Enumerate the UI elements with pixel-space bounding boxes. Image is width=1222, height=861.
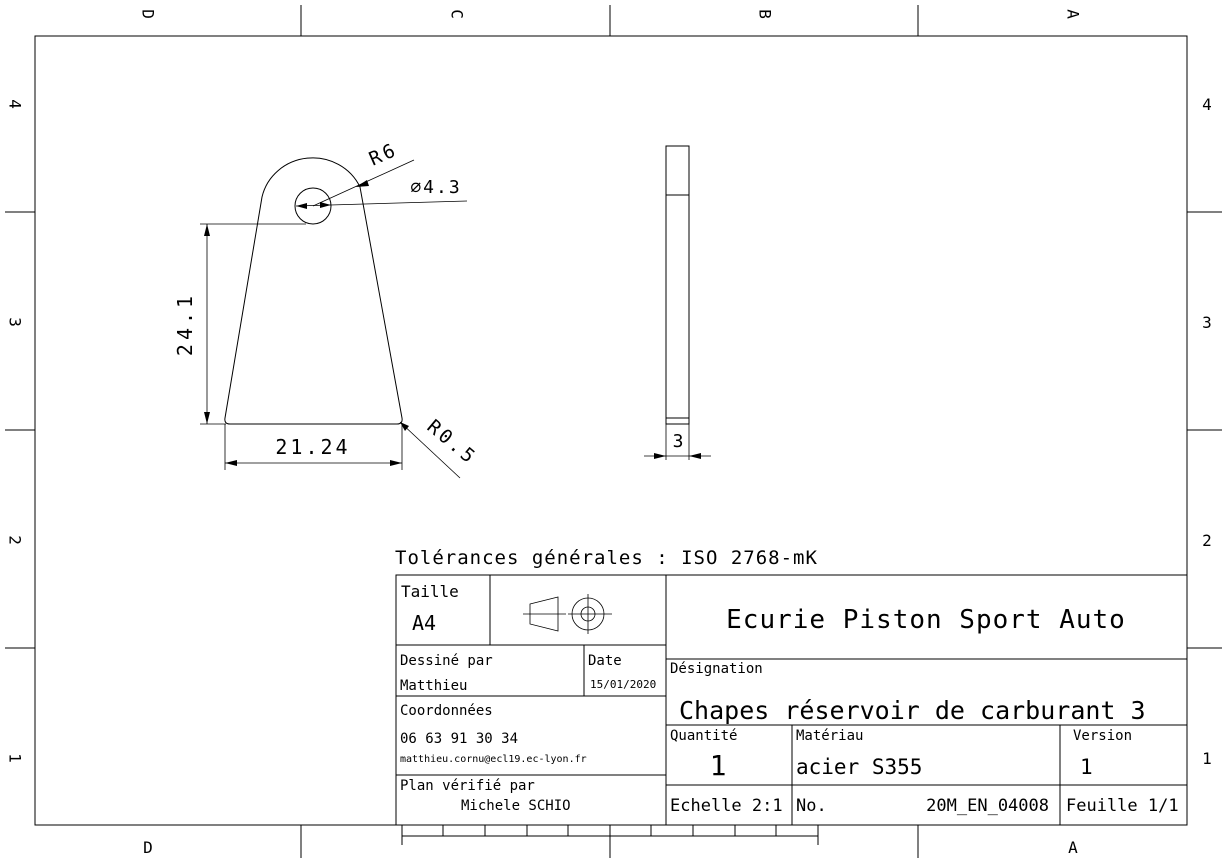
version-value: 1 (1080, 755, 1093, 779)
front-view: 24.1 21.24 R0.5 R6 ∅4.3 (173, 139, 481, 479)
dim-corner-radius-label: R0.5 (423, 415, 481, 469)
zone-row-right-3: 2 (1202, 531, 1212, 550)
date-label: Date (588, 653, 622, 669)
contact-phone: 06 63 91 30 34 (400, 731, 518, 747)
dim-hole-diameter-label: ∅4.3 (410, 177, 461, 198)
zone-row-left-4: 1 (6, 753, 25, 763)
zone-col-top-2: C (448, 9, 467, 19)
zone-row-left-2: 3 (6, 317, 25, 327)
zone-row-left-1: 4 (6, 99, 25, 109)
number-value: 20M_EN_04008 (926, 796, 1049, 816)
title-block: Taille A4 Ecurie Piston Sport Auto Dessi… (395, 574, 1188, 826)
zone-col-top-4: A (1064, 9, 1083, 19)
material-label: Matériau (796, 728, 863, 744)
checked-by-label: Plan vérifié par (400, 778, 535, 794)
zone-col-bottom-4: A (1068, 838, 1078, 857)
general-tolerances: Tolérances générales : ISO 2768-mK (395, 547, 818, 569)
side-view: 3 (644, 145, 711, 460)
sheet-label: Feuille 1/1 (1066, 796, 1179, 816)
version-label: Version (1073, 728, 1132, 744)
checked-by-value: Michele SCHIO (461, 798, 571, 814)
dim-base-width-label: 21.24 (275, 435, 350, 459)
part-outline (224, 157, 403, 425)
zone-row-left-3: 2 (6, 535, 25, 545)
contact-email: matthieu.cornu@ecl19.ec-lyon.fr (400, 754, 587, 765)
left-zone-ticks (5, 211, 35, 649)
zone-col-top-1: D (139, 9, 158, 19)
company-name: Ecurie Piston Sport Auto (726, 605, 1126, 635)
dim-height-label: 24.1 (173, 292, 197, 356)
designation-label: Désignation (670, 661, 763, 677)
scale-label: Echelle 2:1 (670, 796, 783, 816)
dim-thickness-label: 3 (673, 431, 684, 452)
date-value: 15/01/2020 (590, 678, 656, 691)
size-value: A4 (412, 611, 436, 635)
size-label: Taille (401, 582, 459, 601)
right-zone-ticks (1187, 211, 1222, 649)
drawn-by-label: Dessiné par (400, 653, 493, 669)
dim-top-radius-label: R6 (366, 139, 401, 171)
zone-row-right-4: 1 (1202, 749, 1212, 768)
drawn-by-value: Matthieu (400, 678, 467, 694)
designation-value: Chapes réservoir de carburant 3 (679, 696, 1146, 725)
side-profile (665, 145, 690, 425)
number-label: No. (796, 796, 827, 816)
zone-row-right-1: 4 (1202, 95, 1212, 114)
zone-row-right-2: 3 (1202, 313, 1212, 332)
material-value: acier S355 (796, 755, 922, 779)
contact-label: Coordonnées (400, 703, 493, 719)
zone-col-top-3: B (756, 9, 775, 19)
quantity-label: Quantité (670, 728, 737, 744)
quantity-value: 1 (710, 749, 727, 782)
projection-symbol-icon (523, 594, 612, 634)
drawing-sheet: D C B A D A 4 3 2 1 4 3 2 1 24.1 21.24 R… (5, 5, 1222, 858)
top-zone-ticks (300, 5, 919, 36)
zone-col-bottom-1: D (143, 838, 153, 857)
